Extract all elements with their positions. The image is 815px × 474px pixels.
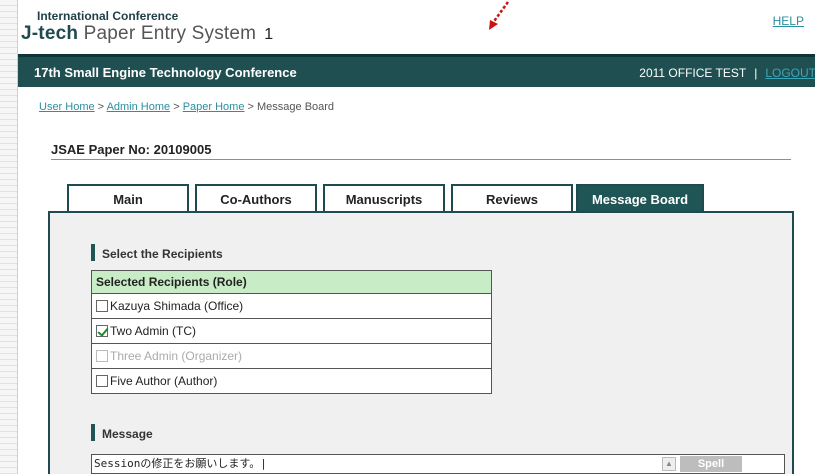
recipient-label: Five Author (Author) xyxy=(110,374,218,388)
recipient-label: Three Admin (Organizer) xyxy=(110,349,243,363)
checkbox-checked[interactable] xyxy=(96,325,108,337)
breadcrumb-separator: > xyxy=(94,101,107,113)
table-row[interactable]: Two Admin (TC) xyxy=(91,318,492,344)
tab-message-board[interactable]: Message Board xyxy=(576,184,704,214)
recipients-column-header: Selected Recipients (Role) xyxy=(91,270,492,294)
breadcrumb-separator: > xyxy=(244,101,257,113)
tab-manuscripts[interactable]: Manuscripts xyxy=(323,184,445,213)
breadcrumb-user-home[interactable]: User Home xyxy=(39,101,95,113)
breadcrumb-admin-home[interactable]: Admin Home xyxy=(107,101,171,113)
org-text: International Conference xyxy=(37,9,179,20)
app-logo: J-tech Paper Entry System 1 xyxy=(21,23,273,45)
recipients-section-title: Select the Recipients xyxy=(91,244,223,261)
tab-reviews[interactable]: Reviews xyxy=(451,184,573,213)
table-row[interactable]: Five Author (Author) xyxy=(91,368,492,394)
annotation-arrow-icon xyxy=(489,1,510,30)
paper-number: JSAE Paper No: 20109005 xyxy=(51,142,212,157)
breadcrumb: User Home > Admin Home > Paper Home > Me… xyxy=(39,101,334,113)
tab-co-authors[interactable]: Co-Authors xyxy=(195,184,317,213)
page: International Conference HELP J-tech Pap… xyxy=(17,0,815,474)
breadcrumb-separator: > xyxy=(170,101,183,113)
scroll-up-icon[interactable]: ▲ xyxy=(662,457,676,471)
logo-brand: J-tech xyxy=(21,23,79,44)
table-row: Three Admin (Organizer) xyxy=(91,343,492,369)
navbar: 17th Small Engine Technology Conference … xyxy=(18,54,815,87)
breadcrumb-paper-home[interactable]: Paper Home xyxy=(183,101,245,113)
checkbox[interactable] xyxy=(96,375,108,387)
spell-check-button[interactable]: Spell Check xyxy=(680,456,742,472)
recipients-table: Selected Recipients (Role) Kazuya Shimad… xyxy=(91,270,492,394)
checkbox[interactable] xyxy=(96,300,108,312)
recipient-label: Kazuya Shimada (Office) xyxy=(110,299,244,313)
table-row[interactable]: Kazuya Shimada (Office) xyxy=(91,293,492,319)
logo-text: Paper Entry System xyxy=(78,23,257,44)
message-board-panel: Select the Recipients Selected Recipient… xyxy=(48,211,794,474)
user-area: 2011 OFFICE TEST | LOGOUT xyxy=(639,66,815,80)
recipient-label: Two Admin (TC) xyxy=(110,324,197,338)
user-separator: | xyxy=(754,66,758,80)
logo-cursor: 1 xyxy=(264,26,274,43)
breadcrumb-current: Message Board xyxy=(257,101,335,113)
user-label: 2011 OFFICE TEST xyxy=(639,66,747,80)
logout-link[interactable]: LOGOUT xyxy=(765,66,815,80)
conference-title: 17th Small Engine Technology Conference xyxy=(34,65,297,80)
divider xyxy=(51,159,791,160)
help-link[interactable]: HELP xyxy=(773,14,804,28)
message-section-title: Message xyxy=(91,424,153,441)
checkbox-disabled xyxy=(96,350,108,362)
tab-main[interactable]: Main xyxy=(67,184,189,213)
